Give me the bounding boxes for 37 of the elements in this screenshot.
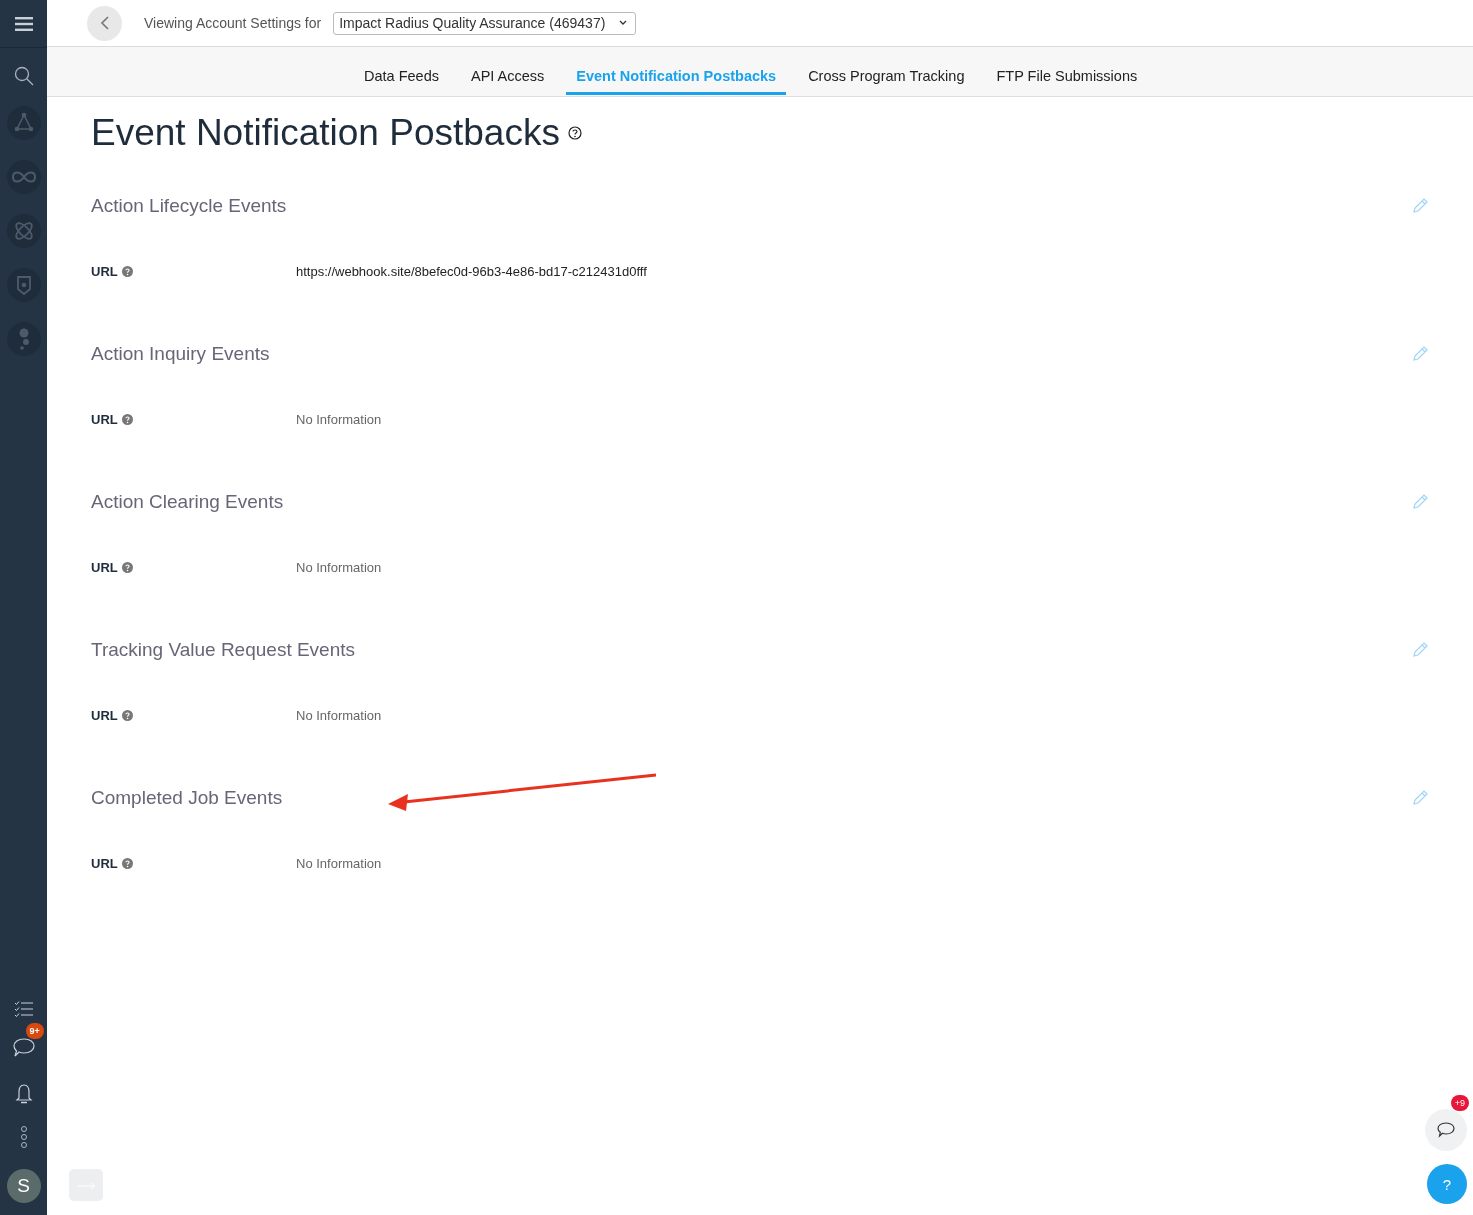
search-icon[interactable] bbox=[13, 66, 34, 86]
field-label: URL bbox=[91, 560, 118, 575]
field-value: No Information bbox=[296, 412, 382, 427]
section-title: Completed Job Events bbox=[91, 787, 283, 809]
chat-icon[interactable] bbox=[11, 1037, 36, 1059]
field-label: URL bbox=[91, 264, 118, 279]
user-avatar[interactable]: S bbox=[6, 1169, 41, 1203]
field-value: No Information bbox=[296, 560, 382, 575]
field-value: No Information bbox=[296, 856, 382, 871]
tab[interactable]: API Access bbox=[460, 68, 555, 95]
notification-badge: +9 bbox=[1450, 1095, 1469, 1111]
page-title: Event Notification Postbacks bbox=[91, 112, 560, 154]
checklist-icon[interactable] bbox=[13, 1001, 34, 1017]
field-label: URL bbox=[91, 856, 118, 871]
tab[interactable]: FTP File Submissions bbox=[986, 68, 1148, 95]
field-label: URL bbox=[91, 708, 118, 723]
section-title: Action Lifecycle Events bbox=[91, 195, 287, 217]
menu-icon[interactable] bbox=[14, 16, 33, 31]
chevron-left-icon bbox=[99, 15, 110, 31]
section-title: Tracking Value Request Events bbox=[91, 639, 356, 661]
section-title: Action Inquiry Events bbox=[91, 343, 270, 365]
account-dropdown[interactable]: Impact Radius Quality Assurance (469437) bbox=[333, 11, 637, 35]
notification-badge: 9+ bbox=[25, 1023, 44, 1039]
field-value: No Information bbox=[296, 708, 382, 723]
dots-icon[interactable] bbox=[6, 322, 41, 356]
tab[interactable]: Cross Program Tracking bbox=[798, 68, 975, 95]
chat-icon[interactable] bbox=[1425, 1109, 1467, 1151]
field-value: https://webhook.site/8befec0d-96b3-4e86-bd17-c212431d0fff bbox=[296, 264, 647, 279]
field-label: URL bbox=[91, 412, 118, 427]
back-button[interactable] bbox=[87, 5, 122, 41]
help-icon[interactable] bbox=[567, 126, 582, 140]
more-icon[interactable] bbox=[19, 1125, 28, 1149]
viewing-label: Viewing Account Settings for bbox=[144, 15, 322, 31]
tab[interactable]: Data Feeds bbox=[354, 68, 449, 95]
bell-icon[interactable] bbox=[14, 1083, 33, 1105]
caret-icon bbox=[619, 20, 628, 26]
section-title: Action Clearing Events bbox=[91, 491, 284, 513]
